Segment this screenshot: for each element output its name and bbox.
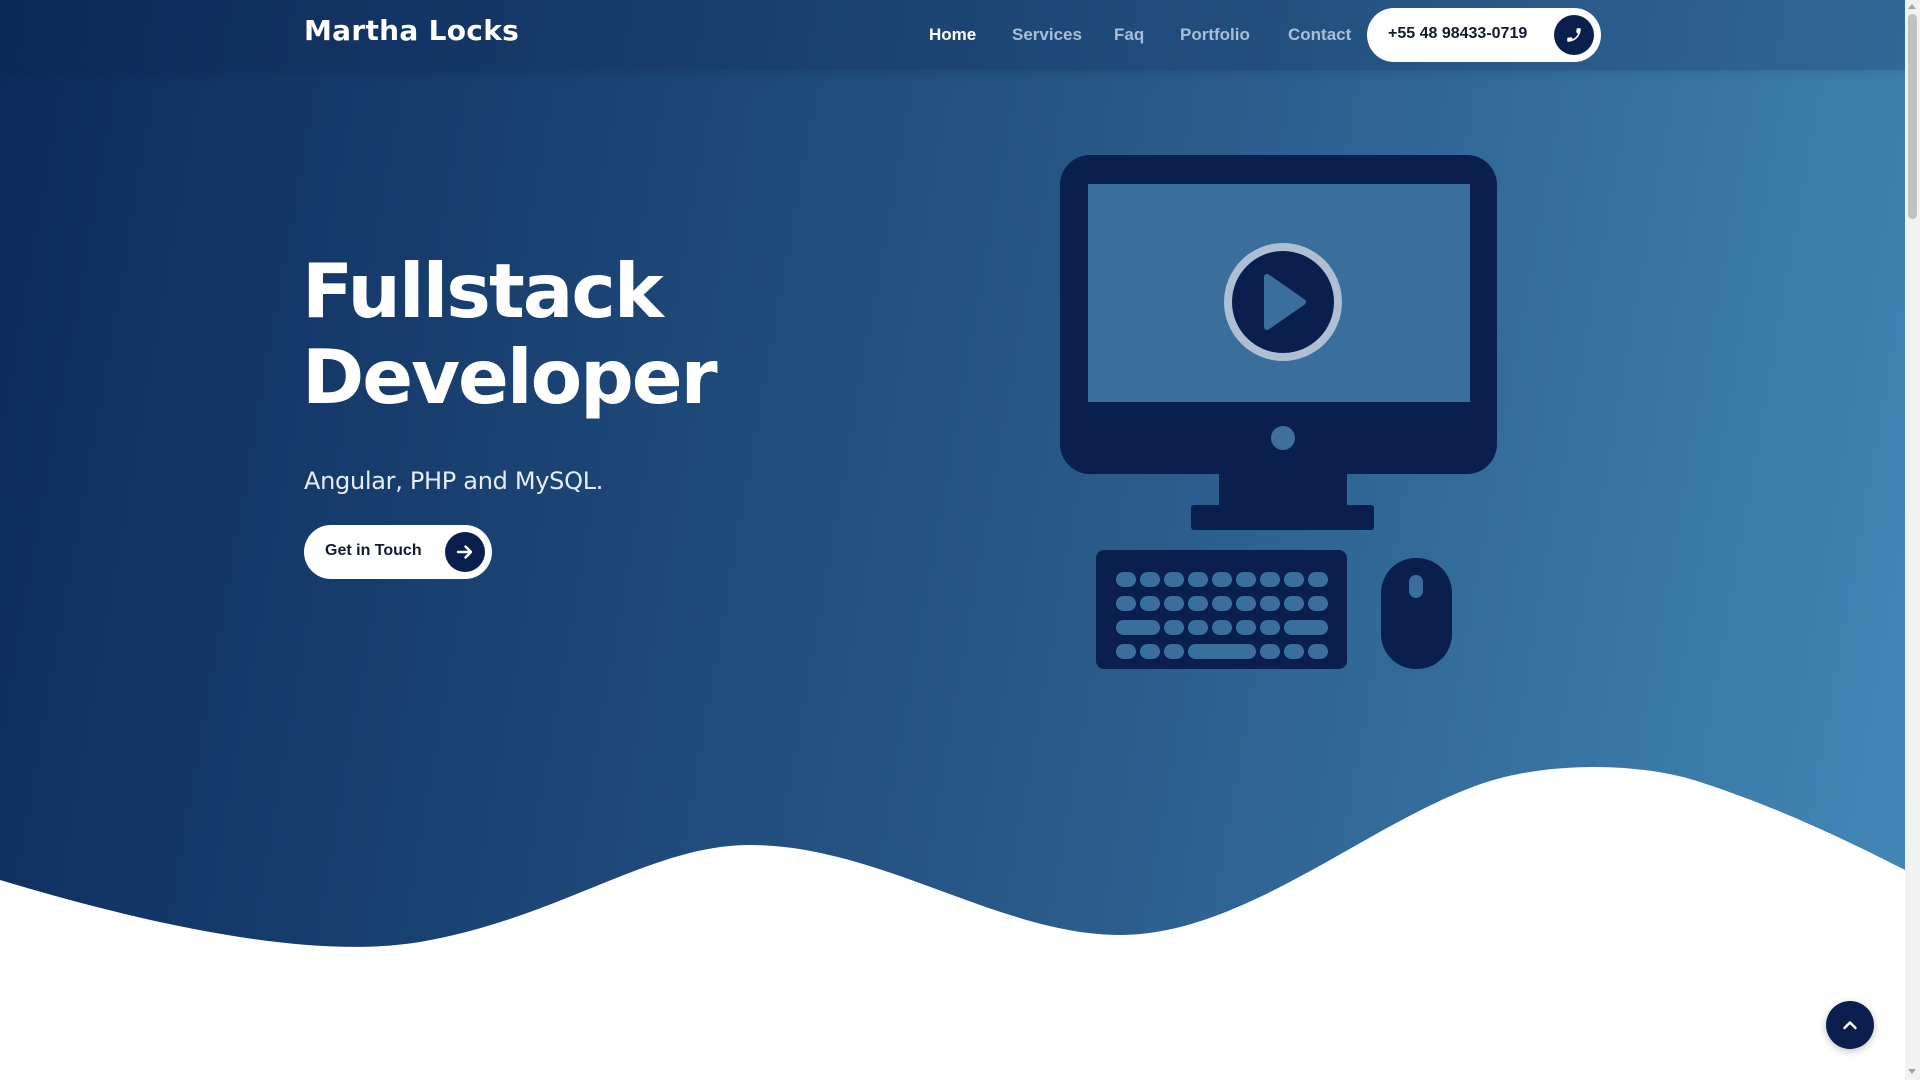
keyboard-key	[1116, 620, 1160, 635]
phone-button[interactable]: +55 48 98433-0719	[1367, 8, 1601, 62]
keyboard-key	[1188, 644, 1256, 659]
nav-item-contact[interactable]: Contact	[1288, 25, 1351, 45]
keyboard-key	[1284, 572, 1304, 587]
nav-item-faq[interactable]: Faq	[1114, 25, 1144, 45]
keyboard-key	[1188, 572, 1208, 587]
keyboard-key	[1140, 596, 1160, 611]
keyboard-key	[1284, 644, 1304, 659]
keyboard-key	[1164, 644, 1184, 659]
keyboard-key	[1188, 596, 1208, 611]
keyboard-key	[1260, 620, 1280, 635]
keyboard-key	[1284, 596, 1304, 611]
mouse	[1381, 558, 1452, 669]
arrow-right-icon	[445, 532, 485, 572]
keyboard-key	[1260, 596, 1280, 611]
keyboard-key	[1284, 620, 1328, 635]
nav-item-portfolio[interactable]: Portfolio	[1180, 25, 1250, 45]
scrollbar-up-arrow[interactable]	[1908, 4, 1916, 9]
keyboard-key	[1188, 620, 1208, 635]
scrollbar[interactable]	[1905, 0, 1920, 1080]
phone-icon	[1554, 15, 1594, 55]
scrollbar-thumb[interactable]	[1908, 14, 1917, 219]
keyboard-key	[1236, 596, 1256, 611]
keyboard-key	[1164, 620, 1184, 635]
chevron-up-icon	[1840, 1015, 1860, 1035]
keyboard-key	[1260, 644, 1280, 659]
computer-illustration	[1060, 155, 1497, 669]
keyboard-key	[1140, 572, 1160, 587]
keyboard-key	[1308, 596, 1328, 611]
page: Fullstack Developer Angular, PHP and MyS…	[0, 0, 1905, 1080]
play-icon	[1224, 243, 1342, 361]
keyboard-key	[1164, 596, 1184, 611]
keyboard-key	[1164, 572, 1184, 587]
wave-divider	[0, 766, 1905, 1080]
hero-title-line1: Fullstack	[302, 247, 664, 335]
keyboard-key	[1236, 572, 1256, 587]
get-in-touch-label: Get in Touch	[325, 542, 422, 559]
keyboard-key	[1260, 572, 1280, 587]
nav-item-services[interactable]: Services	[1012, 25, 1082, 45]
keyboard-key	[1116, 572, 1136, 587]
keyboard-key	[1116, 596, 1136, 611]
keyboard-key	[1212, 620, 1232, 635]
navbar: Martha Locks Home Services Faq Portfolio…	[0, 0, 1905, 70]
keyboard-key	[1212, 572, 1232, 587]
scroll-to-top-button[interactable]	[1826, 1001, 1874, 1049]
brand-logo[interactable]: Martha Locks	[304, 14, 519, 47]
nav-item-home[interactable]: Home	[929, 25, 976, 45]
hero-title-line2: Developer	[302, 333, 718, 421]
get-in-touch-button[interactable]: Get in Touch	[304, 525, 492, 579]
phone-number: +55 48 98433-0719	[1388, 25, 1528, 42]
hero-title: Fullstack Developer	[302, 247, 718, 421]
keyboard-key	[1308, 572, 1328, 587]
keyboard	[1096, 550, 1347, 669]
keyboard-key	[1308, 644, 1328, 659]
keyboard-key	[1236, 620, 1256, 635]
keyboard-key	[1116, 644, 1136, 659]
keyboard-key	[1212, 596, 1232, 611]
scrollbar-down-arrow[interactable]	[1908, 1069, 1916, 1074]
keyboard-key	[1140, 644, 1160, 659]
hero-subtitle: Angular, PHP and MySQL.	[304, 467, 604, 495]
